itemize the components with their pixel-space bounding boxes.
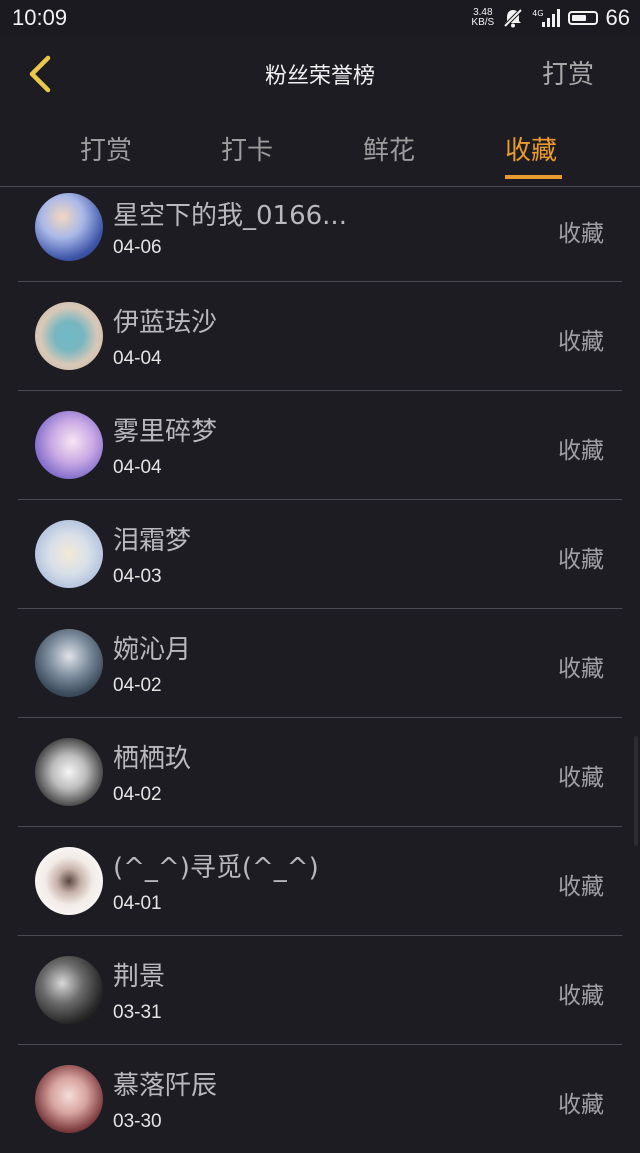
list-item[interactable]: 星空下的我_0166... 04-06 收藏: [18, 187, 622, 282]
network-speed: 3.48 KB/S: [471, 8, 494, 28]
list-item[interactable]: (^_^)寻觅(^_^) 04-01 收藏: [18, 827, 622, 936]
battery-level: 66: [605, 5, 630, 30]
list-item[interactable]: 慕落阡辰 03-30 收藏: [18, 1045, 622, 1153]
avatar: [35, 847, 103, 915]
action-label: 收藏: [558, 547, 604, 573]
avatar: [35, 520, 103, 588]
item-date: 04-03: [113, 566, 162, 587]
signal-icon: 4G: [532, 9, 560, 27]
list-item[interactable]: 荆景 03-31 收藏: [18, 936, 622, 1045]
item-date: 04-06: [113, 237, 162, 258]
action-label: 收藏: [558, 1092, 604, 1118]
user-name: 伊蓝珐沙: [113, 308, 218, 338]
item-date: 04-02: [113, 675, 162, 696]
notifications-off-icon: [503, 8, 523, 28]
list-item[interactable]: 伊蓝珐沙 04-04 收藏: [18, 282, 622, 391]
avatar: [35, 629, 103, 697]
item-date: 04-01: [113, 893, 162, 914]
active-tab-indicator: [505, 175, 562, 179]
header: 粉丝荣誉榜 打赏: [0, 36, 640, 112]
user-name: 栖栖玖: [113, 744, 192, 774]
status-bar: 10:09 3.48 KB/S 4G 66: [0, 0, 640, 36]
user-name: 星空下的我_0166...: [113, 201, 347, 231]
tab-favorites[interactable]: 收藏: [505, 130, 557, 167]
fan-list: 星空下的我_0166... 04-06 收藏 伊蓝珐沙 04-04 收藏 雾里碎…: [18, 187, 622, 1153]
avatar: [35, 956, 103, 1024]
item-date: 03-31: [113, 1002, 162, 1023]
tab-flowers[interactable]: 鲜花: [363, 130, 415, 167]
action-label: 收藏: [558, 765, 604, 791]
action-label: 收藏: [558, 983, 604, 1009]
item-date: 03-30: [113, 1111, 162, 1132]
list-item[interactable]: 婉沁月 04-02 收藏: [18, 609, 622, 718]
list-item[interactable]: 栖栖玖 04-02 收藏: [18, 718, 622, 827]
user-name: 雾里碎梦: [113, 417, 218, 447]
tab-reward[interactable]: 打赏: [80, 130, 132, 167]
action-label: 收藏: [558, 221, 604, 247]
avatar: [35, 411, 103, 479]
list-item[interactable]: 泪霜梦 04-03 收藏: [18, 500, 622, 609]
user-name: 泪霜梦: [113, 526, 192, 556]
action-label: 收藏: [558, 656, 604, 682]
action-label: 收藏: [558, 874, 604, 900]
item-date: 04-02: [113, 784, 162, 805]
network-type: 4G: [532, 9, 544, 18]
user-name: 婉沁月: [113, 635, 192, 665]
tab-bar: 打赏 打卡 鲜花 收藏: [0, 112, 640, 187]
avatar: [35, 1065, 103, 1133]
user-name: 荆景: [113, 962, 166, 992]
item-date: 04-04: [113, 348, 162, 369]
status-icons: 3.48 KB/S 4G 66: [471, 4, 630, 32]
status-time: 10:09: [12, 5, 68, 30]
avatar: [35, 193, 103, 261]
action-label: 收藏: [558, 329, 604, 355]
item-date: 04-04: [113, 457, 162, 478]
avatar: [35, 302, 103, 370]
battery-icon: [567, 11, 598, 25]
tab-checkin[interactable]: 打卡: [221, 130, 273, 167]
user-name: (^_^)寻觅(^_^): [113, 853, 319, 883]
user-name: 慕落阡辰: [113, 1071, 218, 1101]
action-label: 收藏: [558, 438, 604, 464]
list-item[interactable]: 雾里碎梦 04-04 收藏: [18, 391, 622, 500]
scrollbar[interactable]: [634, 736, 638, 846]
avatar: [35, 738, 103, 806]
reward-button[interactable]: 打赏: [542, 54, 594, 91]
network-speed-unit: KB/S: [471, 17, 495, 28]
